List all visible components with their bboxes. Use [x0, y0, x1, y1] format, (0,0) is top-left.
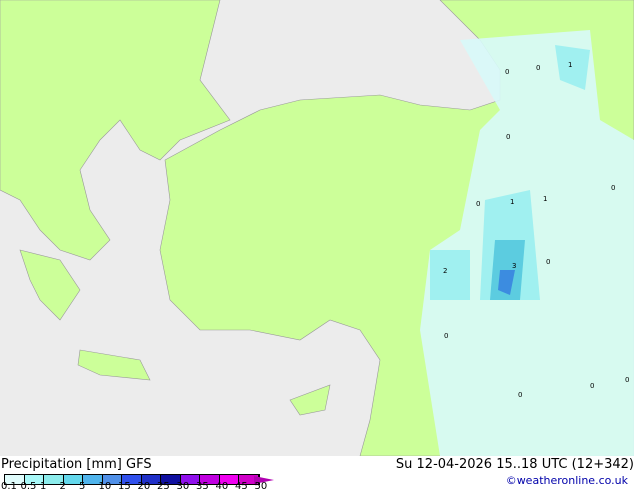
svg-text:1: 1	[510, 198, 514, 206]
credit-link[interactable]: ©weatheronline.co.uk	[506, 474, 628, 487]
scale-tick-label: 0.1	[1, 481, 17, 492]
legend: Precipitation [mm] GFS Su 12-04-2026 15.…	[0, 456, 634, 492]
svg-text:2: 2	[443, 267, 447, 275]
scale-tick-label: 30	[176, 481, 190, 492]
scale-tick-label: 15	[118, 481, 131, 492]
valid-time: Su 12-04-2026 15..18 UTC (12+342)	[395, 457, 634, 472]
scale-tick-label: 0.5	[20, 481, 37, 492]
svg-text:0: 0	[536, 64, 540, 72]
scale-tick-label: 5	[79, 481, 86, 492]
svg-text:0: 0	[611, 184, 615, 192]
svg-text:3: 3	[512, 262, 516, 270]
scale-tick-label: 45	[235, 481, 248, 492]
svg-text:1: 1	[568, 61, 572, 69]
scale-tick-label: 35	[196, 481, 209, 492]
svg-text:0: 0	[590, 382, 594, 390]
scale-tick-label: 20	[137, 481, 151, 492]
scale-tick-label: 25	[157, 481, 170, 492]
scale-tick-label: 2	[59, 481, 66, 492]
scale-tick-label: 10	[98, 481, 112, 492]
svg-text:0: 0	[518, 391, 522, 399]
svg-text:1: 1	[543, 195, 547, 203]
svg-text:0: 0	[506, 133, 510, 141]
svg-text:0: 0	[625, 376, 629, 384]
svg-text:0: 0	[476, 200, 480, 208]
scale-tick-label: 1	[40, 481, 47, 492]
legend-title: Precipitation [mm] GFS	[1, 457, 152, 472]
scale-tick-label: 50	[254, 481, 268, 492]
precipitation-map: 0 0 1 0 0 1 1 0 2 3 0 0 0 0 0	[0, 0, 634, 456]
scale-tick-label: 40	[215, 481, 229, 492]
svg-text:0: 0	[444, 332, 448, 340]
svg-text:0: 0	[505, 68, 509, 76]
svg-text:0: 0	[546, 258, 550, 266]
